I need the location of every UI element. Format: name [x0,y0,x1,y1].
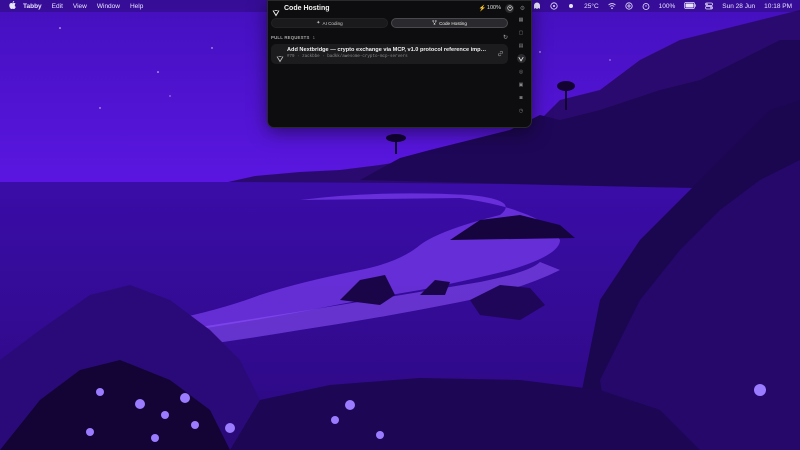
ghost-icon[interactable] [533,2,541,10]
side-rail: ▦ ▢ ▤ ◎ ▣ ◙ ◷ [514,15,528,127]
sparkle-icon: ✦ [316,20,321,26]
tab-ai-coding[interactable]: ✦ AI Coding [271,18,388,28]
popover-battery: ⚡ 100% [478,5,501,12]
menu-app-name[interactable]: Tabby [18,3,47,10]
apple-icon[interactable] [6,1,18,11]
tab-ai-coding-label: AI Coding [322,20,343,26]
app-logo-icon [272,4,280,17]
menu-bar-status: 25°C 100% Sun 28 Jun 10:18 PM [499,2,800,10]
rail-box-icon[interactable]: ▣ [517,80,526,89]
popover-header-actions: ⚡ 100% ⚙ [478,3,531,13]
popover-title: Code Hosting [284,4,330,12]
rail-camera-icon[interactable]: ◙ [517,93,526,102]
date-label[interactable]: Sun 28 Jun [722,3,755,10]
weather-icon[interactable] [567,2,575,10]
charging-icon: ⚡ [478,5,486,12]
menu-bar-left: Tabby Edit View Window Help [0,1,148,11]
git-branch-icon [432,20,437,26]
profile-button[interactable] [505,3,514,13]
time-label[interactable]: 10:18 PM [764,3,792,10]
rail-chat-icon[interactable]: ▢ [517,28,526,37]
temperature-label[interactable]: 25°C [584,3,599,10]
control-icon[interactable] [625,2,633,10]
pull-requests-header: PULL REQUESTS 1 ↻ [271,34,508,41]
control-center-icon[interactable] [705,2,714,10]
rail-clock-icon[interactable]: ◷ [517,106,526,115]
section-count: 1 [312,35,315,40]
rail-code-hosting-icon[interactable] [516,54,526,63]
pull-request-item[interactable]: Add Nextbridge — crypto exchange via MCP… [271,44,508,64]
popover-header: Code Hosting ⚡ 100% ⚙ [268,1,531,17]
section-label: PULL REQUESTS [271,35,310,40]
settings-icon[interactable]: ⚙ [518,4,527,13]
share-icon[interactable] [550,2,558,10]
menu-window[interactable]: Window [92,3,125,10]
rail-calendar-icon[interactable]: ▤ [517,41,526,50]
code-hosting-popover: Code Hosting ⚡ 100% ⚙ ✦ AI Coding Code H… [267,0,532,128]
tab-code-hosting-label: Code Hosting [439,20,467,26]
rail-grid-icon[interactable]: ▦ [517,15,526,24]
popover-tabs: ✦ AI Coding Code Hosting [271,18,508,28]
refresh-icon[interactable]: ↻ [503,34,508,41]
link-icon[interactable] [497,50,504,57]
popover-battery-label: 100% [486,5,501,11]
rail-globe-icon[interactable]: ◎ [517,67,526,76]
pull-request-title: Add Nextbridge — crypto exchange via MCP… [287,47,487,53]
timer-icon[interactable] [642,2,650,10]
battery-icon[interactable] [684,2,696,10]
wifi-icon[interactable] [607,2,616,10]
menu-edit[interactable]: Edit [47,3,68,10]
menu-view[interactable]: View [68,3,92,10]
git-merge-icon [276,50,284,63]
battery-percent[interactable]: 100% [659,3,676,10]
menu-help[interactable]: Help [125,3,148,10]
pull-request-meta: #79 · zackbbe · badkk/awesome-crypto-mcp… [287,55,408,59]
tab-code-hosting[interactable]: Code Hosting [391,18,508,28]
